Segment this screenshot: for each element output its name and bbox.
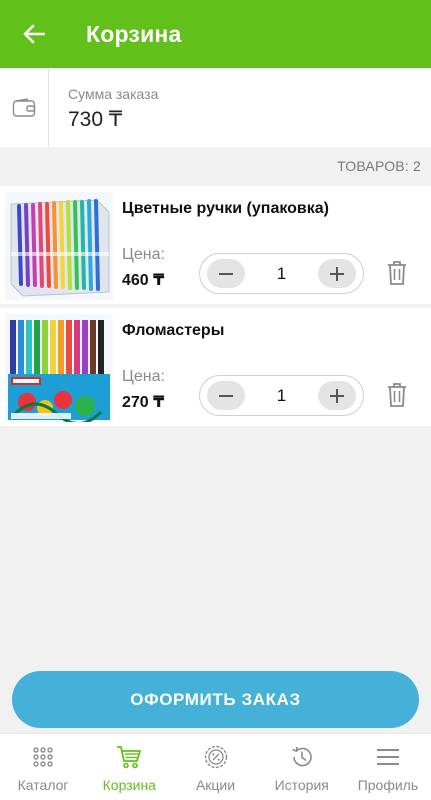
trash-icon[interactable] (386, 260, 408, 286)
order-total-value: 730 ₸ (68, 108, 123, 131)
bottom-nav: Каталог Корзина Акции История Профиль (0, 733, 431, 800)
checkout-button[interactable]: ОФОРМИТЬ ЗАКАЗ (12, 671, 419, 728)
product-image-markers[interactable] (5, 314, 113, 422)
wallet-icon-cell (0, 68, 49, 147)
trash-icon[interactable] (386, 382, 408, 408)
order-summary: Сумма заказа 730 ₸ (0, 68, 431, 147)
tab-history[interactable]: История (259, 734, 345, 800)
tab-profile[interactable]: Профиль (345, 734, 431, 800)
increase-button[interactable] (318, 381, 356, 410)
tab-label: Корзина (102, 777, 156, 793)
arrow-left-icon (23, 24, 45, 44)
plus-icon (330, 388, 344, 403)
tab-label: История (274, 777, 329, 793)
tab-label: Каталог (17, 777, 69, 793)
item-price: 460 ₸ (122, 272, 165, 289)
tab-label: Профиль (357, 777, 419, 793)
wallet-icon (12, 97, 36, 117)
discount-badge-icon (204, 745, 227, 769)
item-price: 270 ₸ (122, 394, 165, 411)
cart-item: Фломастеры Цена: 270 ₸ 1 (0, 308, 431, 426)
tab-label: Акции (195, 777, 236, 793)
cart-item: Цветные ручки (упаковка) Цена: 460 ₸ 1 (0, 186, 431, 304)
grid-dots-icon (33, 747, 53, 767)
order-total-label: Сумма заказа (68, 86, 159, 102)
items-count: ТОВАРОВ: 2 (337, 158, 421, 174)
back-button[interactable] (0, 0, 68, 68)
increase-button[interactable] (318, 259, 356, 288)
price-label: Цена: (122, 246, 165, 263)
price-label: Цена: (122, 368, 165, 385)
page-title: Корзина (86, 20, 182, 47)
item-name[interactable]: Фломастеры (122, 322, 224, 340)
quantity-value[interactable]: 1 (277, 264, 286, 284)
items-count-row: ТОВАРОВ: 2 (0, 147, 431, 185)
decrease-button[interactable] (207, 381, 245, 410)
tab-catalog[interactable]: Каталог (0, 734, 86, 800)
item-name[interactable]: Цветные ручки (упаковка) (122, 200, 329, 218)
menu-icon (376, 749, 399, 765)
tab-promotions[interactable]: Акции (172, 734, 258, 800)
plus-icon (330, 266, 344, 281)
minus-icon (219, 272, 233, 275)
cart-icon (117, 746, 142, 769)
tab-cart[interactable]: Корзина (86, 734, 172, 800)
app-bar: Корзина (0, 0, 431, 68)
quantity-value[interactable]: 1 (277, 386, 286, 406)
product-image-pens[interactable] (5, 192, 113, 300)
quantity-stepper: 1 (199, 375, 364, 416)
minus-icon (219, 394, 233, 397)
decrease-button[interactable] (207, 259, 245, 288)
quantity-stepper: 1 (199, 253, 364, 294)
history-icon (291, 746, 312, 767)
